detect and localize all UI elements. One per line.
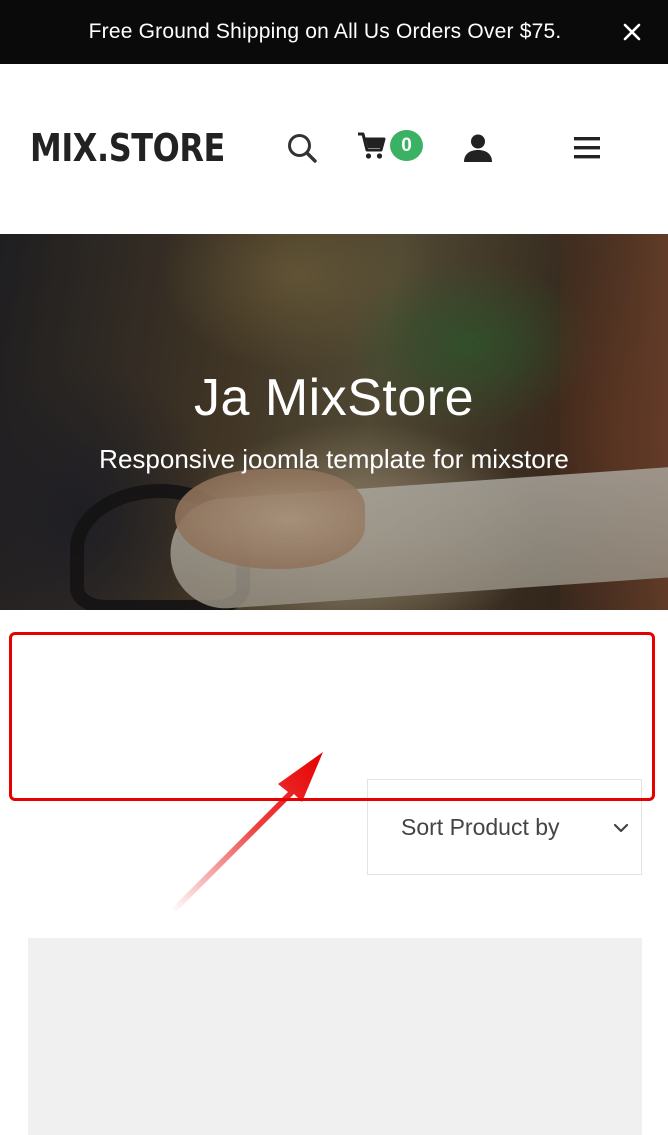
announcement-bar: Free Ground Shipping on All Us Orders Ov… xyxy=(0,0,668,64)
hero-subtitle: Responsive joomla template for mixstore xyxy=(99,444,569,474)
chevron-down-icon xyxy=(613,820,629,838)
cart-icon xyxy=(356,130,388,167)
hero-banner: Ja MixStore Responsive joomla template f… xyxy=(0,234,668,610)
hamburger-menu-icon[interactable] xyxy=(570,130,606,166)
announcement-text: Free Ground Shipping on All Us Orders Ov… xyxy=(88,20,562,43)
cart-count-badge: 0 xyxy=(390,130,423,161)
user-icon[interactable] xyxy=(460,130,496,166)
cart-button[interactable]: 0 xyxy=(356,128,428,168)
site-header: MIX.STORE 0 xyxy=(0,64,668,234)
site-logo[interactable]: MIX.STORE xyxy=(30,126,225,170)
product-card-placeholder[interactable] xyxy=(28,938,642,1135)
sort-selected-value: Sort Product by xyxy=(401,813,560,840)
annotation-arrow xyxy=(172,752,323,912)
close-icon[interactable] xyxy=(618,18,646,46)
search-icon[interactable] xyxy=(284,130,320,166)
hero-title: Ja MixStore xyxy=(193,369,475,427)
